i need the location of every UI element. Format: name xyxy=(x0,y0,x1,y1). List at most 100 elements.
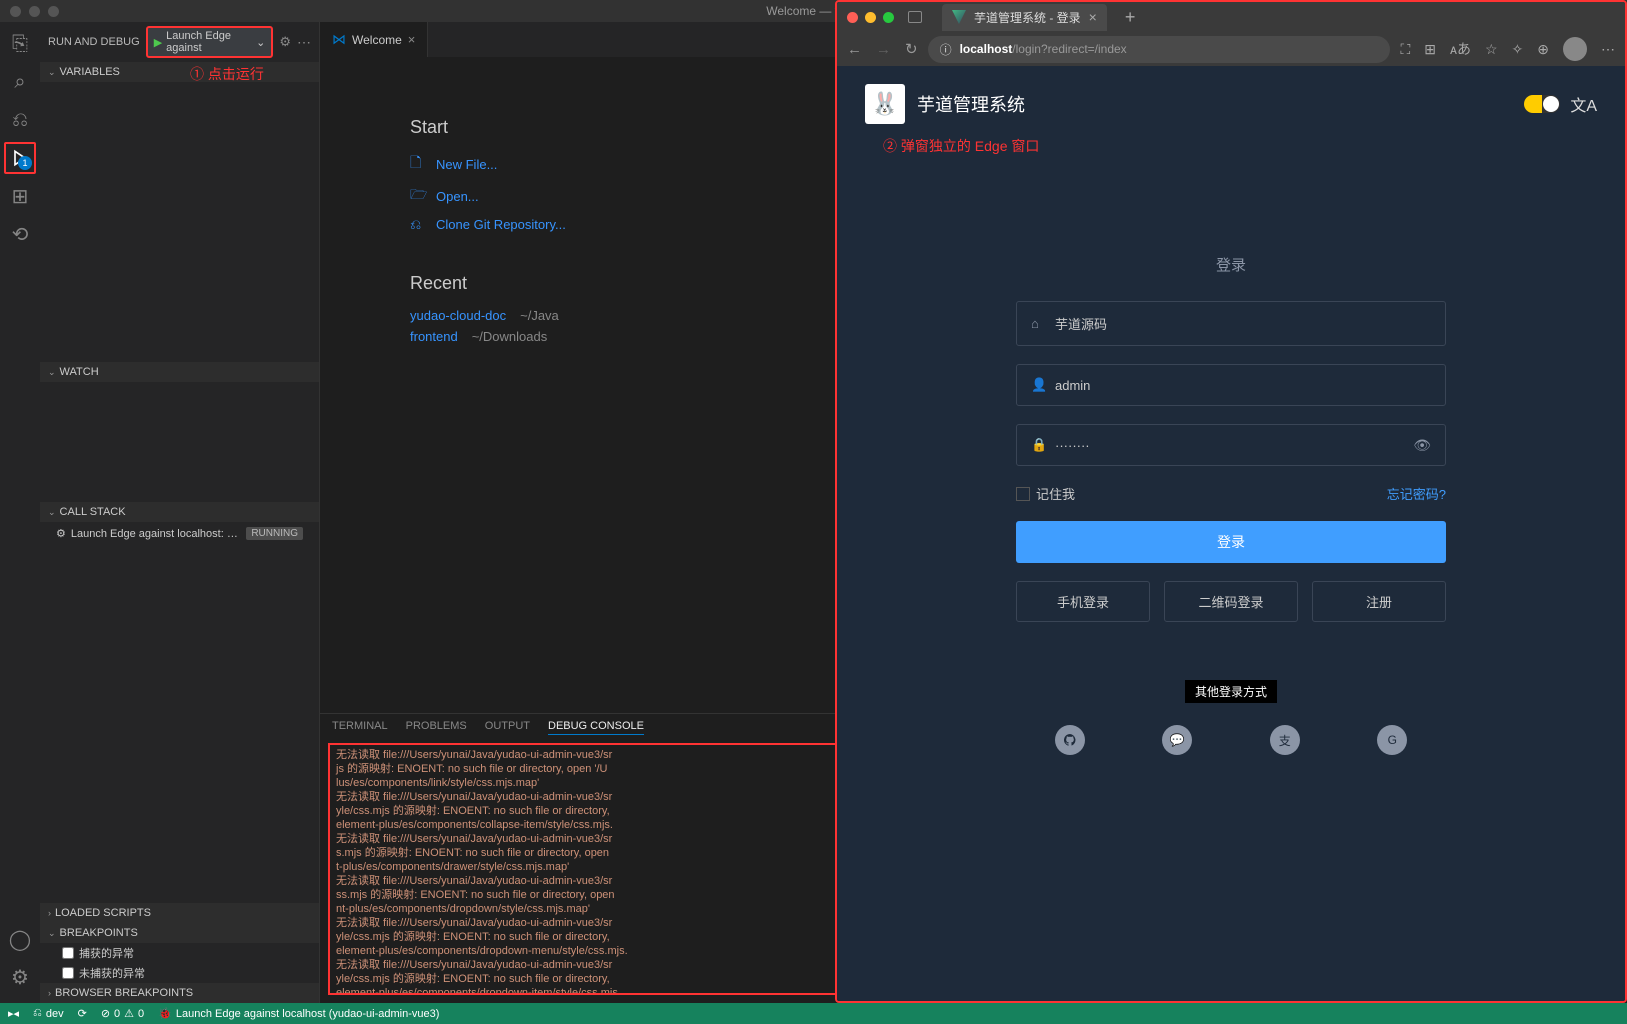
breakpoint-item[interactable]: 捕获的异常 xyxy=(40,943,319,963)
loaded-scripts-section[interactable]: ›LOADED SCRIPTS xyxy=(40,903,319,923)
new-file-icon: 🗋 xyxy=(410,152,426,176)
debug-badge: 1 xyxy=(18,156,32,170)
callstack-item[interactable]: ⚙Launch Edge against localhost: 芋... RUN… xyxy=(40,522,319,544)
reload-icon[interactable]: ↻ xyxy=(905,40,918,58)
git-branch-icon: ⎌ xyxy=(410,216,426,233)
translate-icon[interactable]: ᴀあ xyxy=(1450,39,1471,59)
traffic-lights[interactable] xyxy=(10,6,59,17)
problems-tab[interactable]: PROBLEMS xyxy=(406,720,467,735)
more-icon[interactable]: ⋯ xyxy=(297,34,311,51)
breakpoints-section[interactable]: ⌄BREAKPOINTS xyxy=(40,923,319,943)
more-icon[interactable]: ⋯ xyxy=(1601,41,1615,58)
chevron-down-icon: ⌄ xyxy=(48,67,56,78)
debug-status[interactable]: 🐞 Launch Edge against localhost (yudao-u… xyxy=(158,1007,439,1020)
source-control-icon[interactable]: ⎌ xyxy=(4,104,36,136)
terminal-tab[interactable]: TERMINAL xyxy=(332,720,388,735)
tab-overview-icon[interactable] xyxy=(908,11,922,23)
login-page: 🐰 芋道管理系统 文A ② 弹窗独立的 Edge 窗口 登录 ⌂芋道源码 👤ad… xyxy=(837,66,1625,1001)
ai-icon[interactable]: ⟲ xyxy=(4,218,36,250)
breakpoint-checkbox[interactable] xyxy=(62,947,74,959)
settings-gear-icon[interactable]: ⚙ xyxy=(4,961,36,993)
play-icon[interactable]: ▶ xyxy=(154,36,162,49)
configure-gear-icon[interactable]: ⚙ xyxy=(279,34,291,50)
running-status: RUNNING xyxy=(246,527,303,540)
explorer-icon[interactable]: ⎘ xyxy=(4,28,36,60)
traffic-lights[interactable] xyxy=(847,12,894,23)
launch-config-label: Launch Edge against xyxy=(166,30,252,54)
fit-icon[interactable]: ⛶ xyxy=(1400,41,1410,58)
info-icon[interactable]: ⓘ xyxy=(940,41,952,58)
breakpoint-item[interactable]: 未捕获的异常 xyxy=(40,963,319,983)
wechat-icon[interactable]: 💬 xyxy=(1162,725,1192,755)
run-debug-title: RUN AND DEBUG xyxy=(48,36,140,48)
login-button[interactable]: 登录 xyxy=(1016,521,1446,563)
reader-icon[interactable]: ⊞ xyxy=(1424,41,1436,58)
breakpoint-checkbox[interactable] xyxy=(62,967,74,979)
forward-icon[interactable]: → xyxy=(876,41,891,58)
launch-config-dropdown[interactable]: ▶ Launch Edge against ⌄ xyxy=(146,26,274,58)
chevron-down-icon: ⌄ xyxy=(48,928,56,939)
chevron-down-icon: ⌄ xyxy=(256,36,265,49)
gitee-icon[interactable]: G xyxy=(1377,725,1407,755)
sync-icon[interactable]: ⟳ xyxy=(78,1007,87,1020)
back-icon[interactable]: ← xyxy=(847,41,862,58)
lock-icon: 🔒 xyxy=(1031,437,1045,453)
bug-icon: ⚙ xyxy=(56,527,66,540)
debug-console-tab[interactable]: DEBUG CONSOLE xyxy=(548,720,644,735)
username-input[interactable]: 👤admin xyxy=(1016,364,1446,406)
home-icon: ⌂ xyxy=(1031,316,1045,331)
alipay-icon[interactable]: 支 xyxy=(1270,725,1300,755)
tenant-input[interactable]: ⌂芋道源码 xyxy=(1016,301,1446,346)
activity-bar: ⎘ ⌕ ⎌ 1 ⊞ ⟲ ◯ ⚙ xyxy=(0,22,40,1003)
collections-icon[interactable]: ✧ xyxy=(1512,41,1524,58)
chevron-right-icon: › xyxy=(48,908,51,918)
edge-browser-window: 芋道管理系统 - 登录 × + ← → ↻ ⓘ localhost/login?… xyxy=(835,0,1627,1003)
browser-tab-title: 芋道管理系统 - 登录 xyxy=(974,9,1081,26)
address-bar[interactable]: ⓘ localhost/login?redirect=/index xyxy=(928,36,1391,63)
qrcode-login-button[interactable]: 二维码登录 xyxy=(1164,581,1298,622)
close-tab-icon[interactable]: × xyxy=(408,32,416,47)
app-logo: 🐰 xyxy=(865,84,905,124)
browser-tab[interactable]: 芋道管理系统 - 登录 × xyxy=(942,4,1107,31)
run-debug-sidebar: RUN AND DEBUG ▶ Launch Edge against ⌄ ⚙ … xyxy=(40,22,320,1003)
new-tab-icon[interactable]: + xyxy=(1125,7,1136,28)
phone-login-button[interactable]: 手机登录 xyxy=(1016,581,1150,622)
downloads-icon[interactable]: ⊕ xyxy=(1537,41,1549,58)
chevron-down-icon: ⌄ xyxy=(48,367,56,378)
close-tab-icon[interactable]: × xyxy=(1089,9,1097,25)
user-icon: 👤 xyxy=(1031,377,1045,393)
extensions-icon[interactable]: ⊞ xyxy=(4,180,36,212)
status-bar: ▸◂ ⎌ dev ⟳ ⊘ 0 ⚠ 0 🐞 Launch Edge against… xyxy=(0,1003,1627,1024)
variables-section[interactable]: ⌄VARIABLES xyxy=(40,62,319,82)
output-tab[interactable]: OUTPUT xyxy=(485,720,530,735)
search-icon[interactable]: ⌕ xyxy=(4,66,36,98)
vscode-icon: ⋈ xyxy=(332,31,346,48)
eye-icon[interactable]: 👁 xyxy=(1413,437,1431,454)
annotation-2: ② 弹窗独立的 Edge 窗口 xyxy=(883,136,1039,156)
language-icon[interactable]: 文A xyxy=(1570,92,1597,116)
other-login-label: 其他登录方式 xyxy=(1185,680,1277,703)
problems-status[interactable]: ⊘ 0 ⚠ 0 xyxy=(101,1007,144,1020)
password-input[interactable]: 🔒········👁 xyxy=(1016,424,1446,466)
remote-icon[interactable]: ▸◂ xyxy=(8,1007,19,1020)
run-debug-icon[interactable]: 1 xyxy=(4,142,36,174)
remember-checkbox[interactable]: 记住我 xyxy=(1016,484,1075,503)
theme-toggle[interactable] xyxy=(1524,95,1560,113)
github-icon[interactable] xyxy=(1055,725,1085,755)
favorite-icon[interactable]: ☆ xyxy=(1485,41,1498,58)
callstack-section[interactable]: ⌄CALL STACK xyxy=(40,502,319,522)
git-branch[interactable]: ⎌ dev xyxy=(33,1007,64,1020)
open-folder-icon: 🗁 xyxy=(410,184,426,208)
app-title: 芋道管理系统 xyxy=(917,91,1025,117)
vue-favicon-icon xyxy=(952,10,966,24)
tab-label: Welcome xyxy=(352,33,402,47)
welcome-tab[interactable]: ⋈ Welcome × xyxy=(320,22,428,57)
chevron-right-icon: › xyxy=(48,988,51,998)
profile-avatar[interactable] xyxy=(1563,37,1587,61)
watch-section[interactable]: ⌄WATCH xyxy=(40,362,319,382)
annotation-1: ① 点击运行 xyxy=(190,64,264,84)
register-button[interactable]: 注册 xyxy=(1312,581,1446,622)
account-icon[interactable]: ◯ xyxy=(4,923,36,955)
forgot-password-link[interactable]: 忘记密码? xyxy=(1387,484,1446,503)
browser-breakpoints-section[interactable]: ›BROWSER BREAKPOINTS xyxy=(40,983,319,1003)
